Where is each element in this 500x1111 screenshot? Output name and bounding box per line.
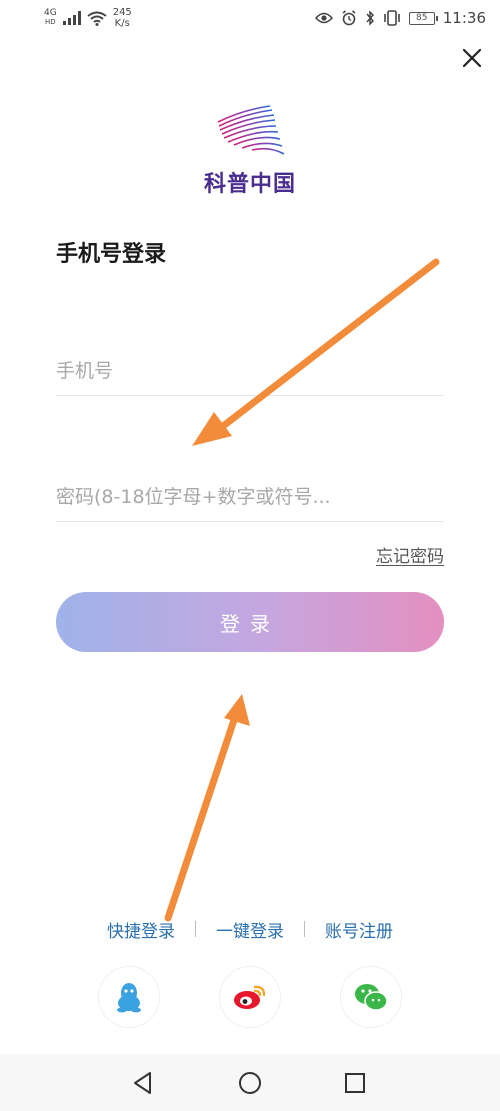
arrow-to-login-button: [164, 694, 250, 922]
phone-input[interactable]: [56, 346, 444, 396]
alternate-login-links: 快捷登录 一键登录 账号注册: [0, 916, 500, 942]
one-click-login-link[interactable]: 一键登录: [216, 917, 284, 942]
network-type: 4G: [44, 8, 57, 18]
app-logo: [212, 102, 288, 162]
register-link[interactable]: 账号注册: [325, 917, 393, 942]
speed-value: 245: [112, 7, 132, 18]
status-left-group: 4G HD 245 K/s: [44, 6, 132, 30]
vibrate-icon: [383, 10, 400, 26]
link-divider: [195, 921, 196, 937]
wifi-icon: [87, 11, 107, 26]
close-button[interactable]: [458, 44, 486, 72]
page-title: 手机号登录: [56, 242, 167, 267]
nav-back-button[interactable]: [130, 1070, 156, 1100]
weibo-login-button[interactable]: [219, 966, 281, 1028]
wechat-login-button[interactable]: [340, 966, 402, 1028]
signal-icon: [62, 11, 81, 25]
link-divider: [304, 921, 305, 937]
network-sub: HD: [45, 18, 56, 26]
battery-level: 85: [416, 13, 428, 23]
speed-unit: K/s: [114, 18, 130, 29]
nav-home-button[interactable]: [238, 1071, 262, 1099]
back-triangle-icon: [134, 1072, 151, 1094]
logo-text: 科普中国: [203, 172, 296, 197]
quick-login-link[interactable]: 快捷登录: [107, 917, 175, 942]
close-icon: [462, 48, 482, 68]
network-speed: 245 K/s: [113, 7, 132, 29]
status-bar: 4G HD 245 K/s 85 11:36: [0, 0, 500, 36]
bluetooth-icon: [366, 10, 374, 26]
alarm-icon: [342, 10, 356, 26]
login-button[interactable]: 登录: [56, 592, 444, 652]
eye-icon: [314, 12, 333, 24]
qq-icon: [117, 983, 141, 1013]
nav-recent-button[interactable]: [344, 1072, 366, 1098]
status-right-group: 85 11:36: [314, 6, 486, 30]
home-circle-icon: [239, 1072, 261, 1094]
forgot-password-link[interactable]: 忘记密码: [376, 542, 444, 567]
password-input[interactable]: [56, 472, 444, 522]
battery-icon: 85: [408, 11, 438, 25]
logo-wing-icon: [217, 105, 285, 155]
wechat-icon: [355, 984, 388, 1011]
recent-square-icon: [345, 1073, 365, 1093]
qq-login-button[interactable]: [98, 966, 160, 1028]
clock: 11:36: [442, 9, 486, 27]
weibo-icon: [234, 985, 266, 1009]
network-indicator: 4G HD: [44, 9, 57, 27]
